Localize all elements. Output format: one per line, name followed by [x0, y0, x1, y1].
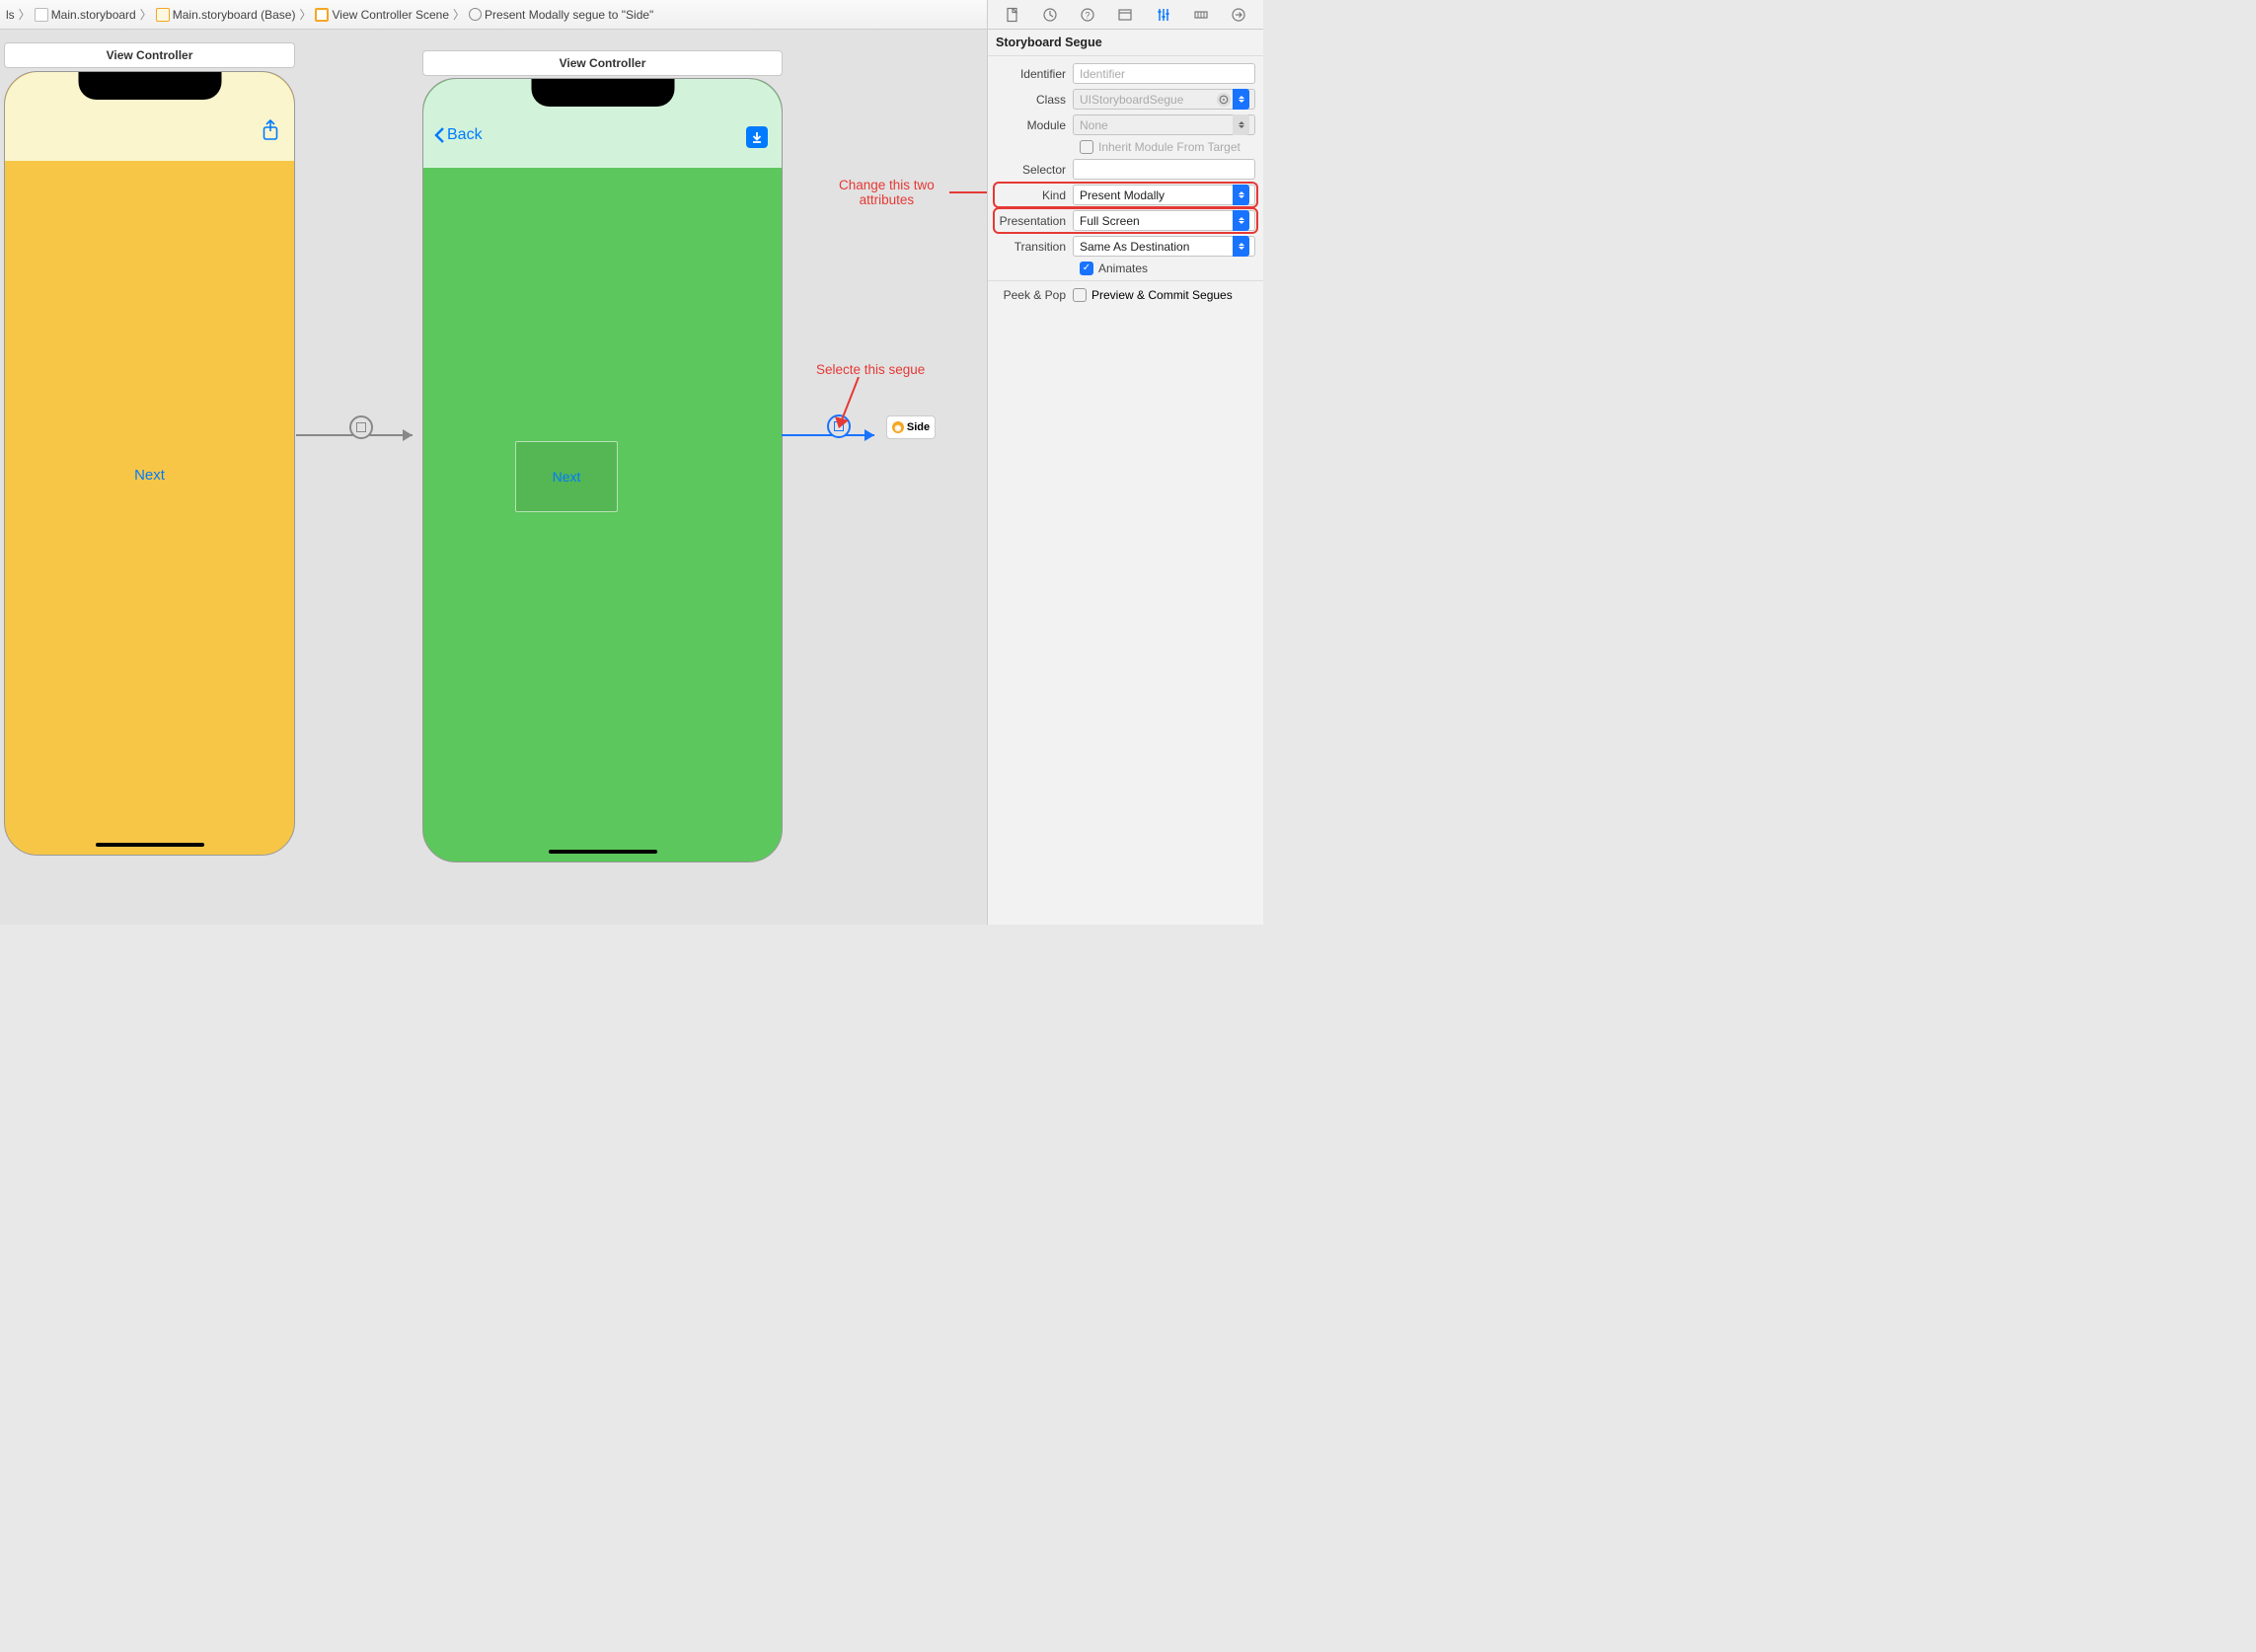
- dropdown-arrow-icon[interactable]: [1233, 210, 1249, 231]
- breadcrumb-label: Main.storyboard: [51, 8, 136, 22]
- vc-title-bar-1[interactable]: View Controller: [4, 42, 295, 68]
- home-indicator: [549, 850, 657, 854]
- identity-inspector-tab[interactable]: [1114, 4, 1136, 26]
- inspector-tab-bar: ?: [988, 0, 1263, 30]
- next-button[interactable]: Next: [5, 467, 294, 484]
- dropdown-arrow-icon[interactable]: [1233, 236, 1249, 257]
- scene-icon: [315, 8, 329, 22]
- kind-label: Kind: [996, 188, 1073, 202]
- download-icon[interactable]: [746, 126, 768, 148]
- connections-inspector-tab[interactable]: [1228, 4, 1249, 26]
- class-label: Class: [996, 93, 1073, 107]
- storyboard-icon: [156, 8, 170, 22]
- help-inspector-tab[interactable]: ?: [1077, 4, 1098, 26]
- module-label: Module: [996, 118, 1073, 132]
- inspector-panel: ? Storyboard Segue Identifier Identifier…: [987, 0, 1263, 925]
- inherit-module-checkbox[interactable]: [1080, 140, 1093, 154]
- breadcrumb-label: View Controller Scene: [332, 8, 449, 22]
- module-field[interactable]: None: [1073, 114, 1255, 135]
- annotation-select-segue: Selecte this segue: [816, 362, 925, 377]
- breadcrumb-item-base[interactable]: Main.storyboard (Base): [154, 8, 298, 22]
- animates-label: Animates: [1098, 262, 1148, 275]
- embed-glyph-icon: [356, 422, 366, 432]
- breadcrumb: ls 〉 Main.storyboard 〉 Main.storyboard (…: [4, 6, 1143, 23]
- storyboard-canvas[interactable]: View Controller View Controller Next: [0, 30, 987, 925]
- segue-icon: [469, 8, 482, 21]
- side-vc-reference[interactable]: ◉ Side: [886, 415, 936, 439]
- home-indicator: [96, 843, 204, 847]
- dropdown-arrow-icon[interactable]: [1233, 89, 1249, 110]
- device-notch: [78, 72, 221, 100]
- transition-select[interactable]: Same As Destination: [1073, 236, 1255, 257]
- breadcrumb-item-scene[interactable]: View Controller Scene: [313, 8, 451, 22]
- breadcrumb-label: ls: [6, 8, 15, 22]
- inherit-module-label: Inherit Module From Target: [1098, 140, 1241, 154]
- inspector-section-title: Storyboard Segue: [988, 30, 1263, 56]
- identifier-field[interactable]: Identifier: [1073, 63, 1255, 84]
- next-button[interactable]: Next: [553, 469, 581, 485]
- svg-text:?: ?: [1086, 10, 1090, 20]
- breadcrumb-item-root[interactable]: ls: [4, 8, 17, 22]
- chevron-right-icon: 〉: [140, 6, 152, 23]
- breadcrumb-item-storyboard[interactable]: Main.storyboard: [33, 8, 138, 22]
- history-inspector-tab[interactable]: [1039, 4, 1061, 26]
- annotation-arrow-2: [829, 377, 868, 436]
- side-label: Side: [907, 421, 930, 433]
- clear-icon[interactable]: ⊙: [1217, 93, 1231, 107]
- inspector-form: Identifier Identifier Class UIStoryboard…: [988, 56, 1263, 314]
- vc-title-label: View Controller: [560, 56, 646, 70]
- device-notch: [531, 79, 674, 107]
- view-controller-1[interactable]: Next: [4, 71, 295, 856]
- attributes-inspector-tab[interactable]: [1153, 4, 1174, 26]
- selector-label: Selector: [996, 163, 1073, 177]
- back-button[interactable]: Back: [433, 126, 483, 144]
- size-inspector-tab[interactable]: [1190, 4, 1212, 26]
- chevron-right-icon: 〉: [299, 6, 311, 23]
- file-inspector-tab[interactable]: [1002, 4, 1023, 26]
- dropdown-arrow-icon[interactable]: [1233, 114, 1249, 135]
- file-icon: [35, 8, 48, 22]
- breadcrumb-label: Main.storyboard (Base): [173, 8, 296, 22]
- share-icon[interactable]: [261, 119, 280, 144]
- kind-select[interactable]: Present Modally: [1073, 185, 1255, 205]
- presentation-label: Presentation: [996, 214, 1073, 228]
- chevron-right-icon: 〉: [453, 6, 465, 23]
- animates-checkbox[interactable]: ✓: [1080, 262, 1093, 275]
- class-field[interactable]: UIStoryboardSegue ⊙: [1073, 89, 1255, 110]
- segue-icon-embed[interactable]: [349, 415, 373, 439]
- selector-field[interactable]: [1073, 159, 1255, 180]
- vc-dot-icon: ◉: [892, 421, 904, 433]
- annotation-arrow-1: [949, 183, 987, 202]
- annotation-change-attrs: Change this two attributes: [839, 178, 935, 207]
- breadcrumb-label: Present Modally segue to "Side": [485, 8, 653, 22]
- container-view[interactable]: Next: [515, 441, 618, 512]
- view-controller-2[interactable]: Back Next: [422, 78, 783, 863]
- breadcrumb-item-segue[interactable]: Present Modally segue to "Side": [467, 8, 655, 22]
- preview-commit-label: Preview & Commit Segues: [1091, 288, 1233, 302]
- identifier-label: Identifier: [996, 67, 1073, 81]
- transition-label: Transition: [996, 240, 1073, 254]
- vc-title-label: View Controller: [107, 48, 193, 62]
- presentation-select[interactable]: Full Screen: [1073, 210, 1255, 231]
- chevron-right-icon: 〉: [19, 6, 31, 23]
- preview-commit-checkbox[interactable]: [1073, 288, 1087, 302]
- peek-pop-label: Peek & Pop: [996, 288, 1073, 302]
- dropdown-arrow-icon[interactable]: [1233, 185, 1249, 205]
- divider: [988, 280, 1263, 281]
- vc-title-bar-2[interactable]: View Controller: [422, 50, 783, 76]
